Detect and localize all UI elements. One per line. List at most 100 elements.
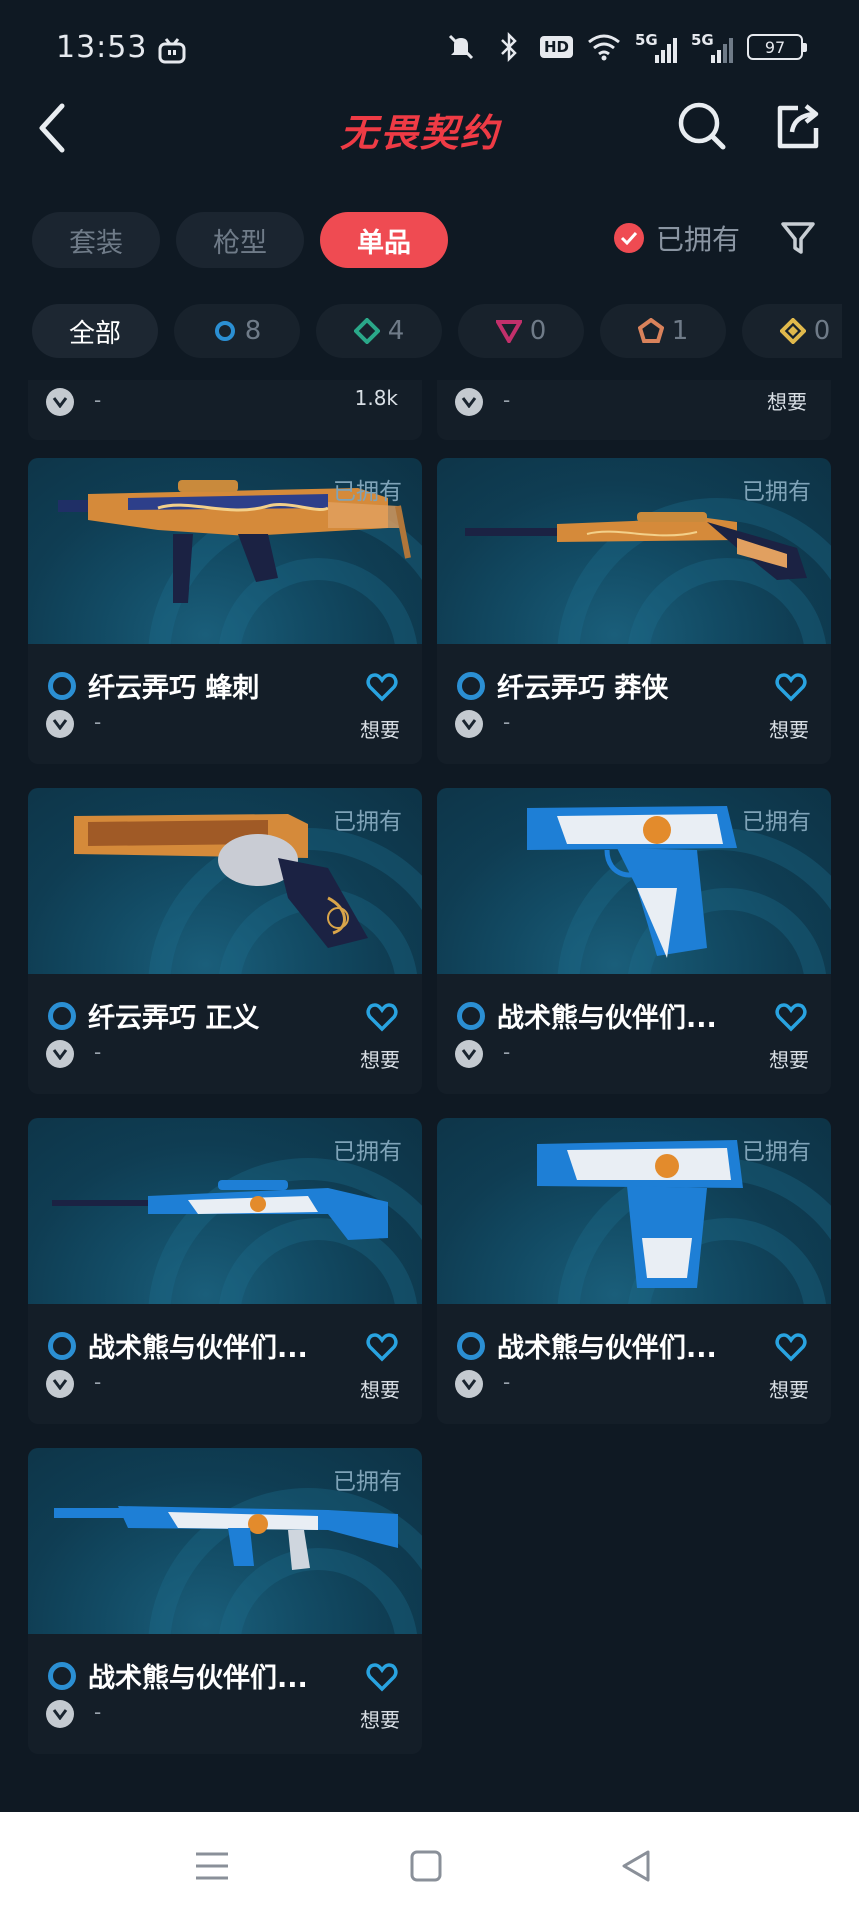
chip-count: 8 [244, 316, 262, 346]
valorant-points-icon [455, 710, 483, 738]
skin-image: 已拥有 [437, 458, 831, 644]
chip-premium-tier[interactable]: 0 [458, 304, 584, 358]
exclusive-tier-icon [637, 318, 664, 343]
skin-card[interactable]: 已拥有 战术熊与伙伴们... 想要 - [437, 1118, 831, 1424]
premium-tier-icon [495, 320, 522, 343]
price: - [94, 1040, 102, 1064]
skin-name: 纤云弄巧 莽侠 [497, 673, 669, 704]
chevron-left-icon[interactable] [30, 100, 80, 156]
rarity-filter-chips: 全部 8 4 0 1 0 [32, 304, 842, 358]
select-tier-icon [457, 672, 485, 700]
skin-card[interactable]: 已拥有 纤云弄巧 莽侠 想要 - [437, 458, 831, 764]
chip-ultra-tier[interactable]: 0 [742, 304, 842, 358]
partial-card[interactable]: - 想要 [437, 380, 831, 440]
price: - [503, 388, 511, 412]
app-header: 无畏契约 [0, 88, 859, 168]
owned-tag: 已拥有 [333, 1139, 402, 1165]
select-tier-icon [48, 1002, 76, 1030]
price: - [94, 1700, 102, 1724]
skin-name: 纤云弄巧 蜂刺 [88, 673, 260, 704]
valorant-points-icon [46, 1040, 74, 1068]
home-icon[interactable] [402, 1842, 450, 1890]
deluxe-tier-icon [353, 318, 380, 344]
chip-count: 1 [671, 316, 689, 346]
chip-all-label: 全部 [68, 318, 121, 349]
select-tier-icon [214, 321, 235, 341]
item-grid: - 1.8k - 想要 已拥有 纤云弄巧 蜂刺 想要 - 已拥有 纤云弄巧 莽侠… [0, 380, 859, 1810]
price: - [94, 710, 102, 734]
ultra-tier-icon [779, 318, 806, 344]
valorant-points-icon [46, 710, 74, 738]
heart-icon[interactable] [775, 672, 807, 702]
want-label: 想要 [360, 1708, 400, 1732]
tab-single-item[interactable]: 单品 [320, 212, 448, 268]
select-tier-icon [457, 1002, 485, 1030]
search-icon[interactable] [676, 100, 728, 152]
valorant-points-icon [46, 1700, 74, 1728]
check-icon [614, 223, 644, 253]
skin-image: 已拥有 [437, 1118, 831, 1304]
status-time: 13:53 [56, 30, 148, 65]
select-tier-icon [457, 1332, 485, 1360]
chip-count: 4 [387, 316, 405, 346]
system-nav-bar [0, 1812, 859, 1920]
want-count: 1.8k [354, 386, 398, 410]
owned-tag: 已拥有 [333, 809, 402, 835]
skin-image: 已拥有 [28, 1448, 422, 1634]
owned-tag: 已拥有 [333, 479, 402, 505]
price: - [503, 1040, 511, 1064]
chip-select-tier[interactable]: 8 [174, 304, 300, 358]
skin-name: 战术熊与伙伴们... [88, 1663, 308, 1694]
owned-tag: 已拥有 [742, 1139, 811, 1165]
menu-icon[interactable] [188, 1842, 236, 1890]
partial-card[interactable]: - 1.8k [28, 380, 422, 440]
price: - [94, 1370, 102, 1394]
heart-icon[interactable] [366, 1002, 398, 1032]
want-label: 想要 [769, 1378, 809, 1402]
price: - [503, 710, 511, 734]
chip-deluxe-tier[interactable]: 4 [316, 304, 442, 358]
owned-tag: 已拥有 [742, 809, 811, 835]
skin-image: 已拥有 [28, 458, 422, 644]
heart-icon[interactable] [366, 1662, 398, 1692]
tab-gun-type[interactable]: 枪型 [176, 212, 304, 268]
valorant-points-icon [455, 1040, 483, 1068]
tab-set[interactable]: 套装 [32, 212, 160, 268]
heart-icon[interactable] [775, 1002, 807, 1032]
back-triangle-icon[interactable] [612, 1842, 660, 1890]
wifi-icon [587, 30, 621, 64]
valorant-points-icon [46, 388, 74, 416]
skin-card[interactable]: 已拥有 战术熊与伙伴们... 想要 - [437, 788, 831, 1094]
skin-name: 纤云弄巧 正义 [88, 1003, 260, 1034]
signal-5g-icon-2: 5G [691, 31, 733, 63]
skin-name: 战术熊与伙伴们... [88, 1333, 308, 1364]
skin-card[interactable]: 已拥有 纤云弄巧 正义 想要 - [28, 788, 422, 1094]
skin-card[interactable]: 已拥有 战术熊与伙伴们... 想要 - [28, 1448, 422, 1754]
want-label: 想要 [769, 1048, 809, 1072]
skin-image: 已拥有 [437, 788, 831, 974]
want-label: 想要 [360, 718, 400, 742]
heart-icon[interactable] [366, 1332, 398, 1362]
valorant-points-icon [46, 1370, 74, 1398]
chip-all[interactable]: 全部 [32, 304, 158, 358]
filter-icon[interactable] [778, 218, 818, 258]
chip-count: 0 [813, 316, 831, 346]
category-tabs: 套装 枪型 单品 [32, 212, 448, 268]
tv-icon [158, 38, 186, 68]
select-tier-icon [48, 672, 76, 700]
heart-icon[interactable] [366, 672, 398, 702]
chip-exclusive-tier[interactable]: 1 [600, 304, 726, 358]
skin-image: 已拥有 [28, 1118, 422, 1304]
heart-icon[interactable] [775, 1332, 807, 1362]
signal-5g-icon: 5G [635, 31, 677, 63]
owned-tag: 已拥有 [333, 1469, 402, 1495]
skin-card[interactable]: 已拥有 战术熊与伙伴们... 想要 - [28, 1118, 422, 1424]
status-bar: 13:53 HD 5G 5G 97 [0, 0, 859, 100]
battery-indicator: 97 [747, 34, 807, 60]
share-icon[interactable] [772, 100, 824, 152]
skin-name: 战术熊与伙伴们... [497, 1333, 717, 1364]
owned-filter-toggle[interactable]: 已拥有 [614, 218, 740, 258]
skin-card[interactable]: 已拥有 纤云弄巧 蜂刺 想要 - [28, 458, 422, 764]
select-tier-icon [48, 1332, 76, 1360]
want-label: 想要 [360, 1048, 400, 1072]
